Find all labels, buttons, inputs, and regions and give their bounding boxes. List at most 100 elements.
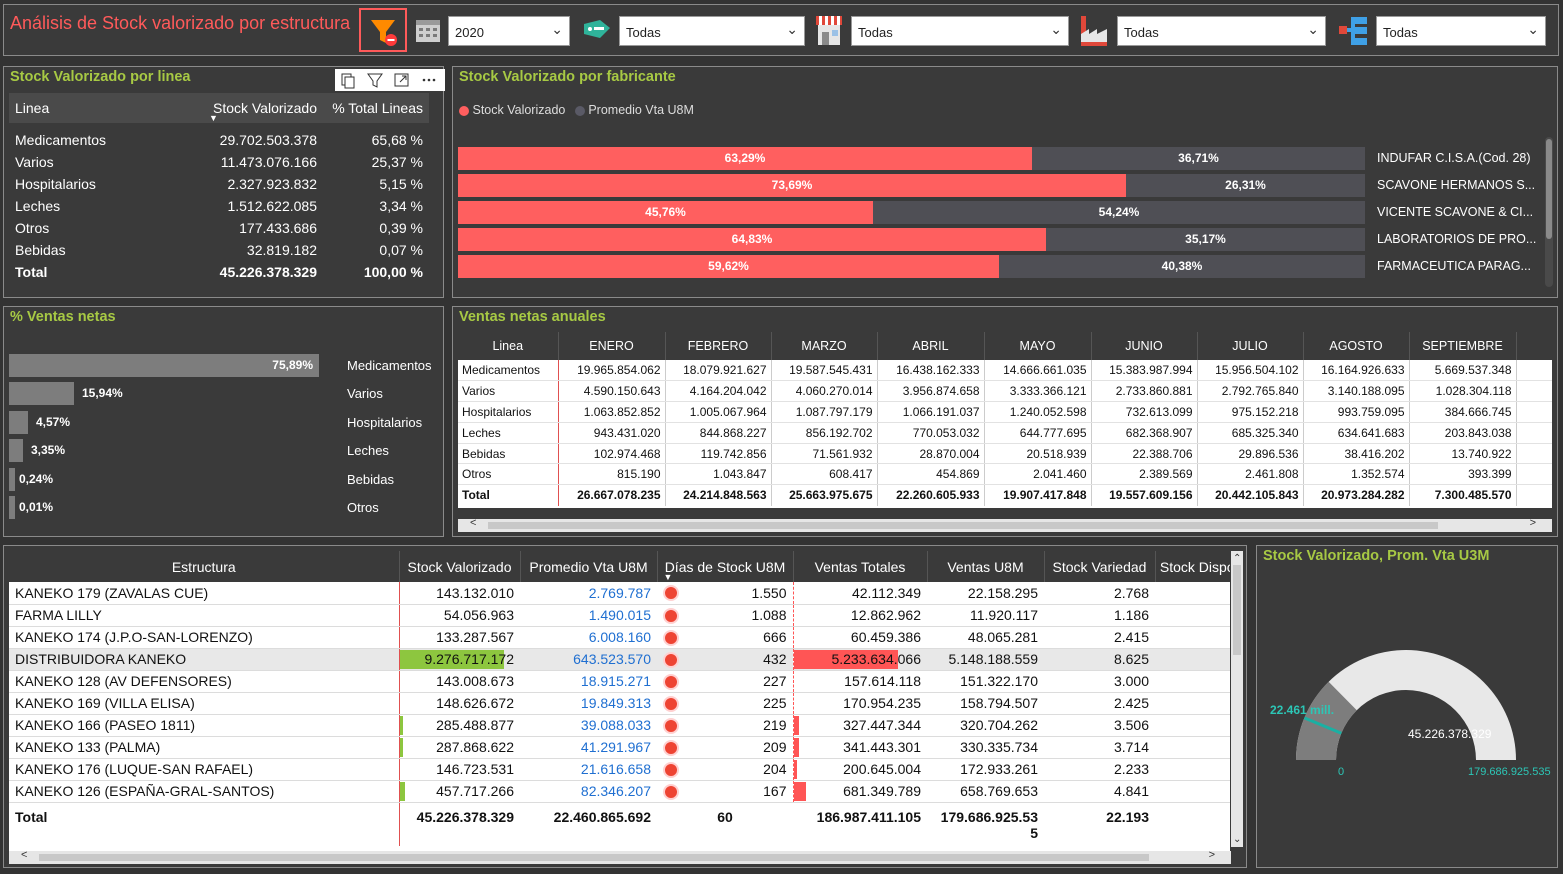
linea-row[interactable]: Medicamentos 29.702.503.378 65,68 % [9,129,429,151]
linea-row[interactable]: Varios 11.473.076.166 25,37 % [9,151,429,173]
ventas-pct-bar[interactable] [9,439,23,462]
fabricante-bar-row[interactable]: 45,76% 54,24% [458,201,1365,224]
more-options-icon[interactable] [422,78,436,82]
ventas-anuales-col-header[interactable] [1516,332,1552,360]
estructura-vscroll-thumb[interactable] [1233,565,1241,655]
estructura-col-header[interactable]: Stock Variedad [1044,551,1156,582]
ventas-anuales-col-header[interactable]: MARZO [771,332,878,360]
bar-stock[interactable]: 64,83% [458,228,1046,251]
estructura-slicer[interactable]: Todas ⌄ [1376,16,1546,46]
bar-stock[interactable]: 45,76% [458,201,873,224]
copy-icon[interactable] [341,73,355,89]
ventas-anuales-row[interactable]: Bebidas 102.974.468 119.742.856 71.561.932 2… [458,443,1552,465]
linea-row[interactable]: Otros 177.433.686 0,39 % [9,217,429,239]
ventas-pct-bar[interactable]: 75,89% [9,354,319,377]
estructura-row[interactable]: KANEKO 166 (PASEO 1811) 285.488.877 39.088… [9,714,1230,737]
scroll-right-icon[interactable]: > [1530,517,1536,529]
estructura-row[interactable]: KANEKO 174 (J.P.O-SAN-LORENZO) 133.287.56… [9,626,1230,649]
scroll-left-icon[interactable]: < [21,849,27,861]
estructura-row[interactable]: KANEKO 128 (AV DEFENSORES) 143.008.673 18.… [9,670,1230,693]
scroll-right-icon[interactable]: > [1209,849,1215,861]
ventas-anuales-col-header[interactable]: ENERO [558,332,666,360]
estructura-name: KANEKO 179 (ZAVALAS CUE) [9,582,400,605]
bar-promedio[interactable]: 40,38% [999,255,1365,278]
ventas-anuales-col-header[interactable]: MAYO [984,332,1092,360]
fabricante-scrollbar[interactable] [1545,137,1553,287]
fabricante-bar-row[interactable]: 63,29% 36,71% [458,147,1365,170]
fabricante-scrollbar-thumb[interactable] [1546,139,1552,239]
ventas-anuales-row-label: Varios [458,380,559,403]
estructura-row[interactable]: KANEKO 133 (PALMA) 287.868.622 41.291.967 2… [9,736,1230,759]
filter-icon[interactable] [367,73,383,88]
ventas-anuales-col-header[interactable]: ABRIL [877,332,985,360]
focus-mode-icon[interactable] [394,73,409,87]
bar-promedio[interactable]: 35,17% [1046,228,1365,251]
estructura-row[interactable]: KANEKO 176 (LUQUE-SAN RAFAEL) 146.723.531… [9,758,1230,781]
ventas-pct-bar[interactable] [9,468,15,491]
ventas-anuales-row[interactable]: Otros 815.190 1.043.847 608.417 454.869 2.041… [458,463,1552,486]
clear-filters-button[interactable] [359,8,407,52]
fabricante-bar-row[interactable]: 73,69% 26,31% [458,174,1365,197]
ventas-anuales-col-header[interactable]: Linea [458,332,559,360]
ventas-anuales-col-header[interactable]: AGOSTO [1303,332,1410,360]
estructura-dias: 1.088 [657,604,793,627]
fabricante-slicer[interactable]: Todas ⌄ [1117,16,1326,46]
estructura-ventas-value: 157.614.118 [844,673,921,689]
estructura-row[interactable]: KANEKO 179 (ZAVALAS CUE) 143.132.010 2.769… [9,582,1230,605]
linea-row[interactable]: Hospitalarios 2.327.923.832 5,15 % [9,173,429,195]
estructura-dias: 204 [657,758,793,781]
ventas-pct-bar[interactable] [9,382,74,405]
bar-promedio[interactable]: 36,71% [1032,147,1365,170]
estructura-col-header[interactable]: Promedio Vta U8M [520,551,658,582]
estructura-col-header[interactable]: Ventas Totales [793,551,928,582]
year-slicer[interactable]: 2020 ⌄ [448,16,570,46]
estructura-vscroll[interactable]: ⌃ ⌄ [1231,551,1243,847]
ventas-pct-bar[interactable] [9,496,15,519]
estructura-col-header[interactable]: Stock Disponible [1155,551,1230,582]
estructura-row[interactable]: DISTRIBUIDORA KANEKO 9.276.717.172 643.523… [9,648,1230,671]
estructura-dias-value: 432 [763,651,787,667]
scroll-down-icon[interactable]: ⌄ [1233,834,1241,845]
scroll-left-icon[interactable]: < [470,517,476,529]
ventas-anuales-col-header[interactable]: JULIO [1197,332,1304,360]
estructura-col-header[interactable]: Stock Valorizado [399,551,521,582]
ventas-pct-bar[interactable] [9,411,28,434]
tienda-slicer[interactable]: Todas ⌄ [851,16,1069,46]
ventas-anuales-col-header[interactable]: SEPTIEMBRE [1409,332,1517,360]
ventas-anuales-total-cell: 22.260.605.933 [877,484,985,506]
estructura-col-header[interactable]: Ventas U8M [927,551,1045,582]
bar-stock[interactable]: 59,62% [458,255,999,278]
estructura-row[interactable]: KANEKO 126 (ESPAÑA-GRAL-SANTOS) 457.717.2… [9,780,1230,803]
bar-promedio[interactable]: 54,24% [873,201,1365,224]
linea-col-linea[interactable]: Linea [9,93,205,123]
scroll-up-icon[interactable]: ⌃ [1233,553,1241,564]
ventas-anuales-row[interactable]: Medicamentos 19.965.854.062 18.079.921.627… [458,360,1552,382]
estructura-u8m: 11.920.117 [927,604,1044,627]
ventas-anuales-row[interactable]: Hospitalarios 1.063.852.852 1.005.067.964 1… [458,401,1552,423]
ventas-anuales-hscroll[interactable]: < > [458,517,1552,532]
linea-col-pct[interactable]: % Total Lineas [323,93,429,123]
fabricante-bar-row[interactable]: 64,83% 35,17% [458,228,1365,251]
bar-stock[interactable]: 63,29% [458,147,1032,170]
estructura-hscroll-thumb[interactable] [39,854,1149,861]
bar-stock[interactable]: 73,69% [458,174,1126,197]
ventas-anuales-col-header[interactable]: JUNIO [1091,332,1198,360]
fabricante-bar-row[interactable]: 59,62% 40,38% [458,255,1365,278]
estructura-col-header[interactable]: Días de Stock U8M ▼ [657,551,794,582]
ventas-anuales-col-header[interactable]: FEBRERO [665,332,772,360]
linea-row[interactable]: Bebidas 32.819.182 0,07 % [9,239,429,261]
ventas-anuales-row[interactable]: Varios 4.590.150.643 4.164.204.042 4.060.27… [458,380,1552,403]
linea-slicer[interactable]: Todas ⌄ [619,16,805,46]
estructura-col-header[interactable]: Estructura [9,551,400,582]
ventas-anuales-row[interactable]: Leches 943.431.020 844.868.227 856.192.702 7… [458,422,1552,444]
ventas-anuales-row-label: Medicamentos [458,360,559,382]
bar-promedio[interactable]: 26,31% [1126,174,1365,197]
estructura-row[interactable]: KANEKO 169 (VILLA ELISA) 148.626.672 19.84… [9,692,1230,715]
ventas-anuales-hscroll-thumb[interactable] [488,522,1438,529]
linea-row[interactable]: Leches 1.512.622.085 3,34 % [9,195,429,217]
linea-col-stock[interactable]: Stock Valorizado ▼ [205,93,323,123]
estructura-name: KANEKO 166 (PASEO 1811) [9,714,400,737]
estructura-row[interactable]: FARMA LILLY 54.056.963 1.490.015 1.088 12.86… [9,604,1230,627]
estructura-hscroll[interactable]: < > [9,849,1231,864]
estructura-variedad: 2.768 [1044,582,1155,605]
